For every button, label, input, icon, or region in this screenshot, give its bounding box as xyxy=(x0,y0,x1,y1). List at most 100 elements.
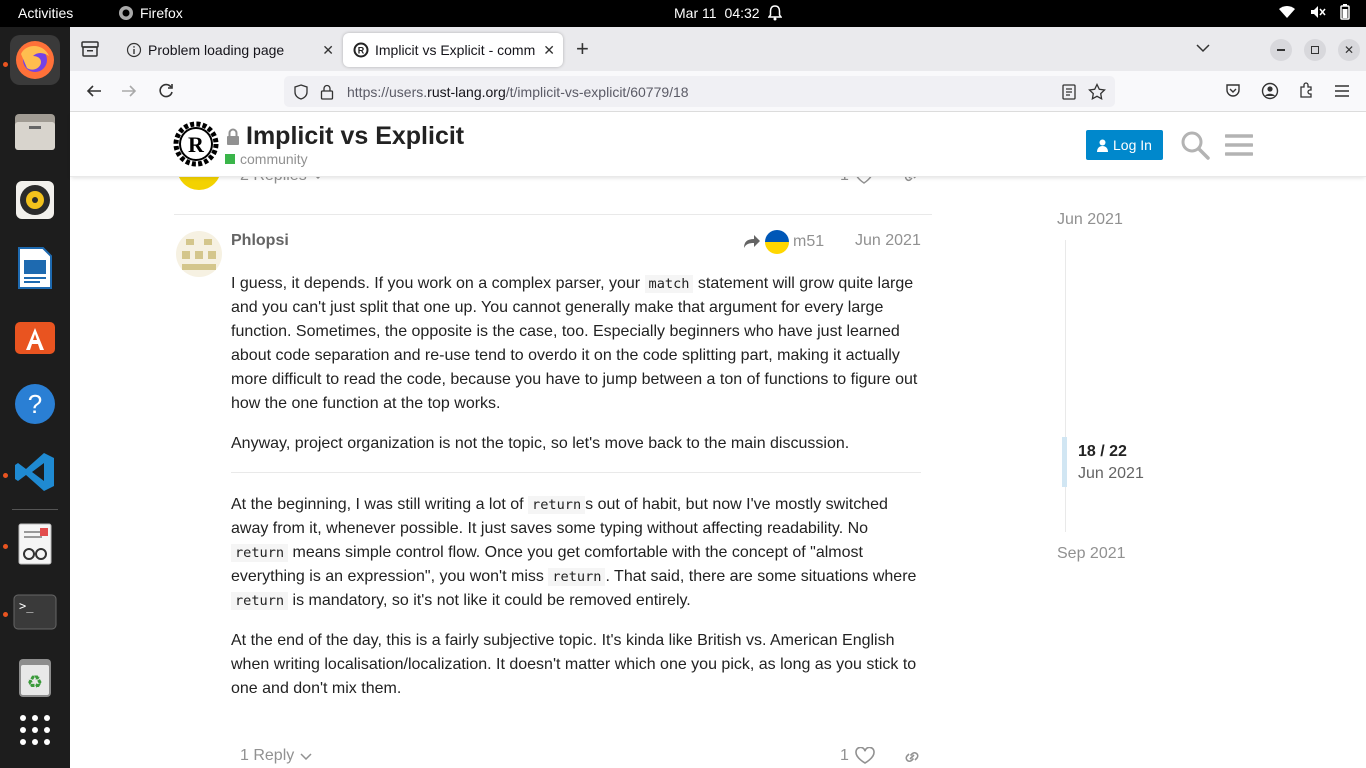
vscode-icon[interactable] xyxy=(10,447,60,497)
lock-icon xyxy=(227,128,239,145)
tab-label: Implicit vs Explicit - comm xyxy=(375,42,536,58)
navigation-bar: https://users.rust-lang.org/t/implicit-v… xyxy=(70,71,1366,112)
rhythmbox-icon[interactable] xyxy=(10,175,60,225)
firefox-icon[interactable] xyxy=(10,35,60,85)
help-icon[interactable]: ? xyxy=(10,379,60,429)
avatar[interactable] xyxy=(177,177,221,190)
app-menu[interactable]: Firefox xyxy=(118,5,183,21)
tab-label: Problem loading page xyxy=(148,42,285,58)
login-button[interactable]: Log In xyxy=(1086,130,1163,160)
post-divider xyxy=(174,214,932,215)
app-name: Firefox xyxy=(140,5,183,21)
timeline-position: 18 / 22 xyxy=(1078,443,1127,460)
timeline-position-date: Jun 2021 xyxy=(1078,465,1144,482)
url-text: https://users.rust-lang.org/t/implicit-v… xyxy=(347,83,689,100)
site-header: R Implicit vs Explicit community Log In xyxy=(70,112,1366,177)
post-paragraph: At the end of the day, this is a fairly … xyxy=(231,632,917,697)
reader-view-icon[interactable] xyxy=(1062,83,1076,100)
pocket-icon[interactable] xyxy=(1225,83,1241,99)
likes-count: 1 xyxy=(840,177,849,185)
url-bar[interactable]: https://users.rust-lang.org/t/implicit-v… xyxy=(284,76,1115,107)
account-icon[interactable] xyxy=(1261,82,1279,100)
close-window-button[interactable]: ✕ xyxy=(1338,39,1360,61)
minimize-button[interactable] xyxy=(1270,39,1292,61)
close-tab-icon[interactable]: ✕ xyxy=(543,42,555,59)
new-tab-icon[interactable]: + xyxy=(576,36,589,62)
login-label: Log In xyxy=(1113,137,1152,153)
prev-post-replies-button[interactable]: 2 Replies xyxy=(240,177,323,185)
timeline-end-date[interactable]: Sep 2021 xyxy=(1057,545,1126,563)
avatar[interactable] xyxy=(176,231,222,277)
link-icon[interactable] xyxy=(902,749,922,765)
forward-arrow-icon[interactable] xyxy=(121,83,137,99)
timeline-handle[interactable] xyxy=(1062,437,1067,487)
svg-text:>_: >_ xyxy=(19,599,34,613)
share-arrow-icon xyxy=(744,235,760,248)
rust-logo-icon[interactable]: R xyxy=(173,121,219,167)
prev-post-like-button[interactable]: 1 xyxy=(840,177,873,185)
trash-icon[interactable]: ♻ xyxy=(10,653,60,703)
clock-date: Mar 11 xyxy=(674,5,717,21)
lock-icon[interactable] xyxy=(320,84,334,100)
list-all-tabs-icon[interactable] xyxy=(1196,43,1210,53)
terminal-icon[interactable]: >_ xyxy=(10,587,60,637)
svg-text:♻: ♻ xyxy=(27,672,43,693)
back-arrow-icon[interactable] xyxy=(86,83,102,99)
reply-to-tab[interactable]: m51 xyxy=(743,230,824,254)
replies-count: 2 Replies xyxy=(240,177,307,185)
bookmark-star-icon[interactable] xyxy=(1088,82,1106,101)
close-tab-icon[interactable]: ✕ xyxy=(322,42,334,59)
rust-favicon-icon: R xyxy=(353,42,369,58)
chevron-down-icon xyxy=(315,177,320,180)
activities-button[interactable]: Activities xyxy=(18,5,73,21)
like-button[interactable]: 1 xyxy=(840,747,875,765)
wifi-icon xyxy=(1279,6,1295,18)
tab-problem-loading[interactable]: Problem loading page ✕ xyxy=(116,33,342,67)
writer-icon[interactable] xyxy=(10,243,60,293)
category-color-square xyxy=(225,154,235,164)
replies-count: 1 Reply xyxy=(240,747,295,764)
hamburger-menu-icon[interactable] xyxy=(1334,84,1350,98)
text-editor-icon[interactable] xyxy=(10,519,60,569)
sound-muted-icon xyxy=(1311,6,1326,18)
link-icon[interactable] xyxy=(902,177,920,183)
tab-implicit-vs-explicit[interactable]: R Implicit vs Explicit - comm ✕ xyxy=(343,33,563,67)
post-paragraph: At the beginning, I was still writing a … xyxy=(231,496,917,610)
svg-text:R: R xyxy=(358,46,365,56)
app-center-icon[interactable] xyxy=(10,311,60,361)
info-icon xyxy=(126,42,142,58)
firefox-small-icon xyxy=(119,6,133,20)
timeline-start-date[interactable]: Jun 2021 xyxy=(1057,211,1123,229)
timeline-scrollarea[interactable] xyxy=(1065,240,1066,532)
svg-text:R: R xyxy=(188,132,205,157)
search-icon[interactable] xyxy=(1180,130,1210,160)
post-author[interactable]: Phlopsi xyxy=(231,232,289,250)
shield-icon[interactable] xyxy=(293,83,309,100)
hamburger-menu-icon[interactable] xyxy=(1225,133,1253,157)
category-badge[interactable]: community xyxy=(225,151,308,167)
extensions-icon[interactable] xyxy=(1298,82,1315,99)
topic-title[interactable]: Implicit vs Explicit xyxy=(226,122,464,151)
topic-content: 2 Replies 1 Phlopsi m51 Jun 2021 I guess… xyxy=(70,177,1366,768)
bell-icon xyxy=(767,5,782,21)
system-tray[interactable] xyxy=(1278,4,1350,20)
topic-title-text: Implicit vs Explicit xyxy=(246,122,465,150)
svg-text:?: ? xyxy=(28,389,42,419)
clock[interactable]: Mar 11 04:32 xyxy=(674,5,782,21)
show-replies-button[interactable]: 1 Reply xyxy=(240,747,312,765)
files-icon[interactable] xyxy=(10,107,60,157)
tab-bar: Problem loading page ✕ R Implicit vs Exp… xyxy=(70,27,1366,71)
maximize-button[interactable] xyxy=(1304,39,1326,61)
post-paragraph: Anyway, project organization is not the … xyxy=(231,435,850,452)
battery-icon xyxy=(1340,4,1350,20)
likes-count: 1 xyxy=(840,747,849,764)
horizontal-rule xyxy=(231,472,921,473)
clock-time: 04:32 xyxy=(724,5,760,21)
firefox-view-icon[interactable] xyxy=(81,41,99,57)
heart-icon xyxy=(856,177,872,184)
reload-icon[interactable] xyxy=(158,83,174,99)
heart-icon xyxy=(855,747,875,764)
app-grid-icon[interactable] xyxy=(10,705,60,755)
post-date[interactable]: Jun 2021 xyxy=(855,232,921,250)
dock: ? >_ ♻ xyxy=(0,27,70,768)
